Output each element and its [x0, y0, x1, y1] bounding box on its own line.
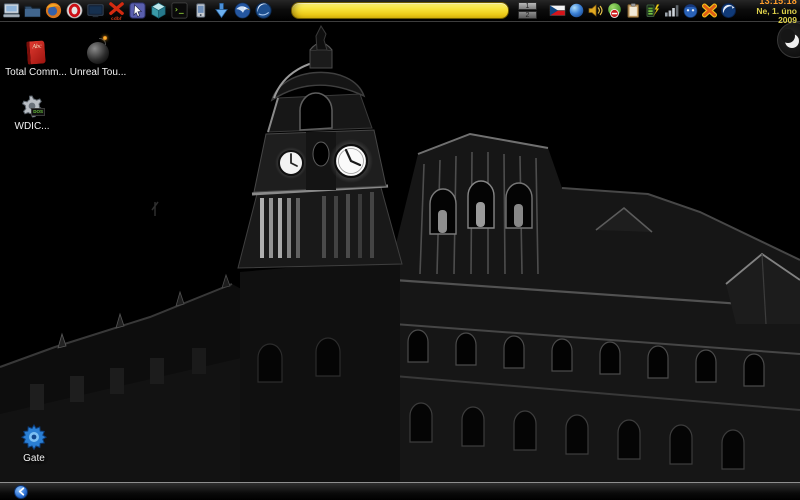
power-battery-icon[interactable]	[644, 2, 661, 19]
messenger-face-icon[interactable]	[682, 2, 699, 19]
pager-desktop-2[interactable]: 2	[518, 11, 537, 19]
clipboard-icon[interactable]	[625, 2, 642, 19]
cashew-crescent	[785, 34, 799, 48]
blue-gear-icon	[21, 424, 47, 450]
dos-badge: DOS	[31, 108, 45, 116]
bomb-icon	[87, 42, 109, 64]
clock-date: Ne, 1. úno 2009	[737, 7, 797, 24]
desktop-icon-label: Unreal Tou...	[66, 67, 130, 78]
desktop-pager: 1 2	[518, 2, 537, 19]
download-arrow-icon[interactable]	[212, 1, 231, 20]
desktop-icon-unreal-tournament[interactable]: Unreal Tou...	[66, 38, 130, 78]
system-tray	[549, 2, 737, 19]
remote-cursor-icon[interactable]	[128, 1, 147, 20]
czech-flag-icon[interactable]	[549, 2, 566, 19]
desktop-icon-label: WDIC...	[0, 121, 64, 132]
no-entry-status-icon[interactable]	[606, 2, 623, 19]
back-arrow-icon	[17, 487, 26, 496]
mobile-device-icon[interactable]	[191, 1, 210, 20]
desktop-icon-total-commander[interactable]: Abc Total Comm...	[4, 38, 68, 78]
launcher-area: cdbf ›_	[0, 1, 273, 20]
wallpaper-city-hall	[0, 22, 800, 482]
gear-dos-icon: DOS	[20, 94, 44, 118]
book-text: Abc	[29, 43, 44, 50]
desktop-icon-gate[interactable]: Gate	[2, 424, 66, 464]
cdbf-red-x-icon[interactable]: cdbf	[107, 1, 126, 20]
globe-browser-icon[interactable]	[254, 1, 273, 20]
terminal-icon[interactable]: ›_	[170, 1, 189, 20]
thunderbird-icon[interactable]	[233, 1, 252, 20]
clock[interactable]: 13:15:18 Ne, 1. úno 2009	[737, 0, 800, 24]
firefox-icon[interactable]	[44, 1, 63, 20]
volume-icon[interactable]	[587, 2, 604, 19]
monitor-icon[interactable]	[86, 1, 105, 20]
desktop-icon-label: Total Comm...	[4, 67, 68, 78]
virtualbox-icon[interactable]	[149, 1, 168, 20]
bottom-panel	[0, 482, 800, 500]
signal-bars-icon[interactable]	[663, 2, 680, 19]
desktop-area: Abc Total Comm... Unreal Tou... DOS WDIC…	[0, 22, 800, 482]
red-book-icon: Abc	[26, 40, 46, 64]
desktop-icon-wdic[interactable]: DOS WDIC...	[0, 92, 64, 132]
desktop-icon-label: Gate	[2, 453, 66, 464]
desktop-screen: cdbf ›_	[0, 0, 800, 500]
opera-icon[interactable]	[65, 1, 84, 20]
computer-icon[interactable]	[2, 1, 21, 20]
back-button[interactable]	[14, 485, 28, 499]
taskbar-window-button[interactable]	[291, 2, 509, 19]
orange-x-icon[interactable]	[701, 2, 718, 19]
pager-desktop-1[interactable]: 1	[518, 2, 537, 10]
folder-icon[interactable]	[23, 1, 42, 20]
network-ball-icon[interactable]	[568, 2, 585, 19]
cdbf-label: cdbf	[107, 16, 126, 21]
top-panel: cdbf ›_	[0, 0, 800, 22]
terminal-prompt: ›_	[174, 5, 184, 14]
browser-swoosh-icon[interactable]	[720, 2, 737, 19]
